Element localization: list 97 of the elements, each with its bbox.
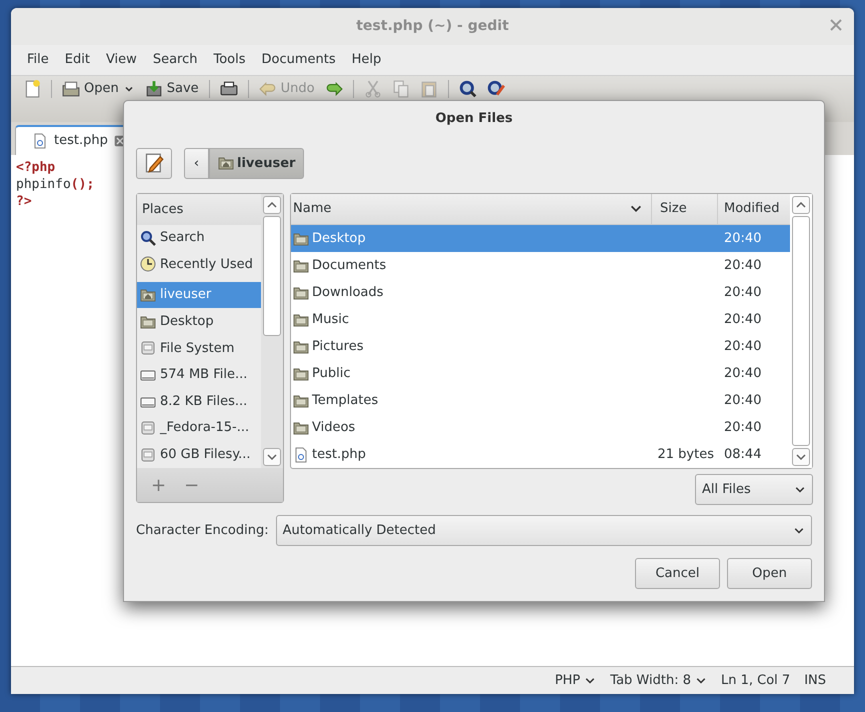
home-folder-icon (218, 155, 234, 172)
copy-icon (392, 80, 410, 98)
file-row[interactable]: test.php 21 bytes 08:44 (291, 441, 790, 468)
toolbar-button[interactable]: Save (144, 80, 199, 98)
file-modified: 20:40 (724, 230, 762, 246)
file-row[interactable]: Templates 20:40 (291, 387, 790, 414)
document-icon (293, 446, 309, 462)
file-row[interactable]: Music 20:40 (291, 306, 790, 333)
folder-icon (293, 366, 309, 382)
places-item[interactable]: 8.2 KB Files... (137, 388, 261, 415)
scrollbar[interactable] (261, 194, 283, 468)
file-row[interactable]: Pictures 20:40 (291, 333, 790, 360)
menu-item[interactable]: View (98, 50, 145, 70)
toolbar-button[interactable] (458, 80, 477, 98)
search-icon (458, 80, 477, 98)
file-modified: 20:40 (724, 338, 762, 354)
scissors-icon (364, 80, 382, 98)
folder-icon (293, 284, 309, 300)
file-row[interactable]: Videos 20:40 (291, 414, 790, 441)
file-name: Downloads (312, 284, 384, 302)
file-modified: 20:40 (724, 420, 762, 435)
dialog-title: Open Files (435, 110, 513, 128)
path-button[interactable]: liveuser (209, 148, 304, 179)
home-folder-icon (140, 287, 156, 304)
places-item[interactable]: File System (137, 334, 261, 362)
redo-arrow-icon (324, 80, 343, 98)
file-name: Desktop (312, 230, 366, 248)
folder-icon (140, 314, 156, 330)
toolbar-button[interactable] (486, 80, 505, 98)
insert-mode: INS (804, 672, 826, 690)
search-icon (140, 230, 156, 246)
menu-item[interactable]: Documents (254, 50, 344, 70)
file-size: 21 bytes (658, 446, 714, 462)
folder-icon (293, 338, 309, 354)
cursor-position: Ln 1, Col 7 (720, 672, 790, 690)
file-modified: 20:40 (724, 392, 762, 408)
file-modified: 20:40 (724, 366, 762, 381)
file-modified: 20:40 (724, 312, 762, 327)
toolbar-button[interactable] (220, 80, 238, 98)
places-item[interactable]: Desktop (137, 308, 261, 335)
file-modified: 20:40 (724, 284, 762, 300)
folder-icon (293, 420, 309, 436)
undo-arrow-icon (258, 80, 277, 98)
language-dropdown[interactable]: PHP (554, 670, 596, 690)
menu-item[interactable]: Edit (56, 50, 98, 70)
encoding-label: Character Encoding: (136, 522, 269, 540)
file-row[interactable]: Downloads 20:40 (291, 279, 790, 306)
file-row[interactable]: Documents 20:40 (291, 252, 790, 279)
column-header[interactable]: Size (652, 194, 718, 224)
folder-icon (293, 230, 309, 246)
folder-icon (293, 392, 309, 408)
file-name: Documents (312, 256, 386, 275)
folder-icon (293, 312, 309, 328)
document-icon (32, 133, 48, 149)
scrollbar[interactable] (790, 194, 812, 468)
column-header[interactable]: Name (291, 194, 652, 224)
back-button[interactable]: ‹ (184, 148, 209, 179)
places-item[interactable]: Recently Used (137, 251, 261, 278)
column-header[interactable]: Modified (718, 194, 790, 224)
save-icon (144, 80, 163, 98)
new-document-icon (23, 80, 41, 98)
folder-icon (293, 258, 309, 274)
find-replace-icon (486, 80, 505, 98)
pencil-icon (144, 153, 164, 174)
file-row[interactable]: Public 20:40 (291, 360, 790, 387)
edit-location-button[interactable] (136, 148, 172, 179)
tab-width-dropdown[interactable]: Tab Width: 8 (610, 670, 707, 690)
file-name: Pictures (312, 338, 364, 356)
toolbar-button[interactable]: Open (62, 80, 135, 98)
menu-item[interactable]: Tools (205, 50, 254, 70)
printer-icon (220, 80, 238, 98)
file-name: Templates (312, 392, 378, 410)
menu-item[interactable]: Help (344, 50, 390, 70)
places-item[interactable]: 60 GB Filesy... (137, 441, 261, 468)
open-button[interactable]: Open (727, 558, 812, 589)
places-header: Places (137, 194, 261, 225)
clock-icon (140, 256, 156, 272)
places-item[interactable]: _Fedora-15-... (137, 414, 261, 442)
cancel-button[interactable]: Cancel (635, 558, 720, 589)
file-name: Public (312, 364, 350, 383)
code-line: <?php (16, 159, 56, 176)
folder-icon (62, 80, 80, 98)
code-line: ?> (16, 193, 32, 210)
places-item[interactable]: Search (137, 224, 261, 252)
menu-item[interactable]: Search (144, 50, 206, 70)
clipboard-icon (420, 80, 438, 98)
places-item[interactable]: 574 MB File... (137, 362, 261, 388)
menu-item[interactable]: File (19, 50, 57, 70)
code-line: phpinfo(); (16, 176, 94, 193)
file-name: test.php (312, 446, 366, 464)
file-modified: 20:40 (724, 258, 762, 273)
file-modified: 08:44 (724, 446, 762, 462)
filter-dropdown[interactable]: All Files (695, 474, 813, 505)
file-name: Music (312, 310, 349, 329)
file-name: Videos (312, 418, 356, 437)
window-title: test.php (~) - gedit (356, 17, 509, 36)
encoding-dropdown[interactable]: Automatically Detected (276, 515, 812, 546)
